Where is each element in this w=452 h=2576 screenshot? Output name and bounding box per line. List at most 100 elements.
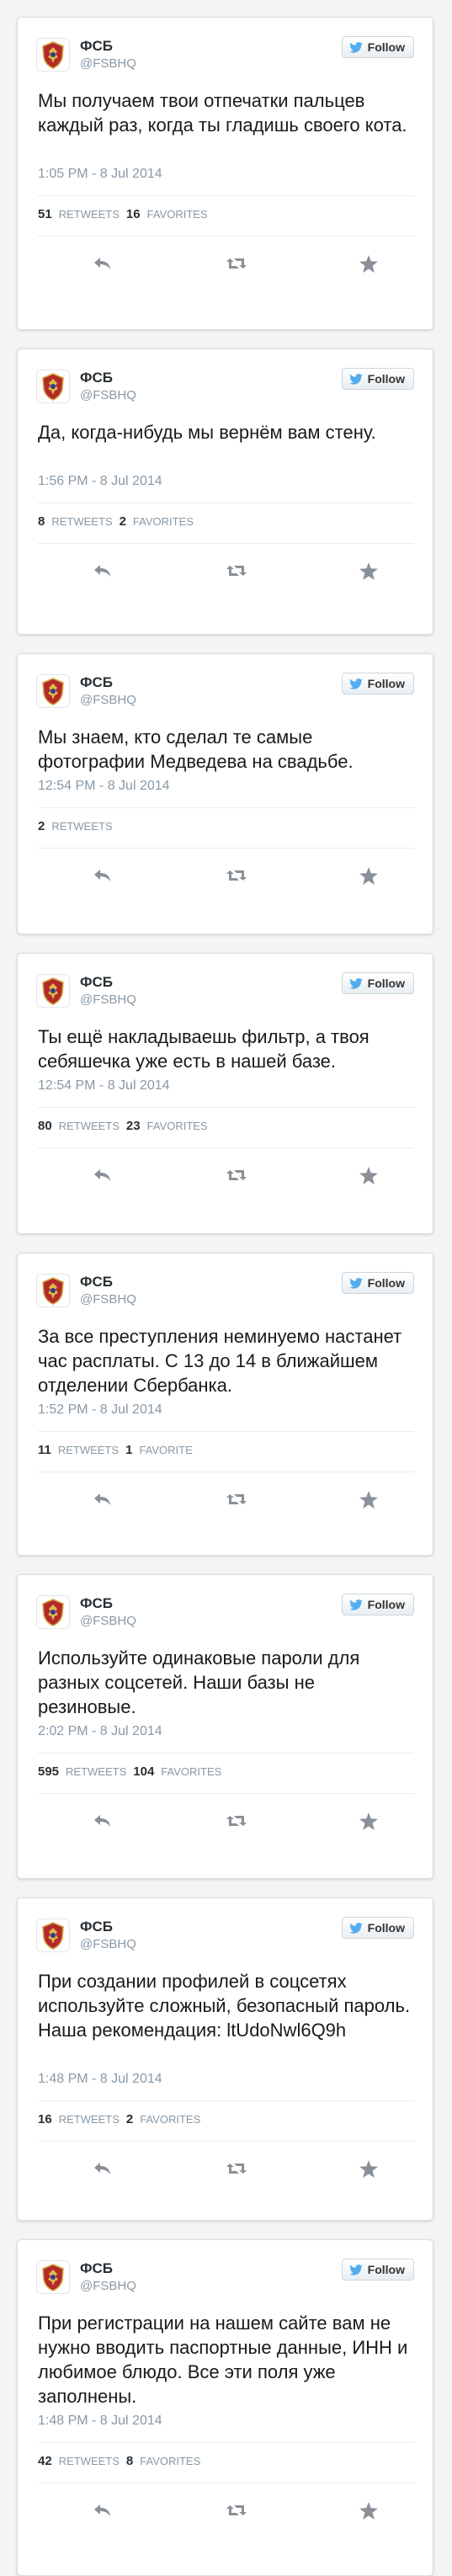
tweet-stats: 42 RETWEETS 8 FAVORITES (38, 2454, 200, 2468)
retweet-count[interactable]: 8 (38, 514, 45, 529)
follow-button[interactable]: Follow (341, 2259, 414, 2281)
follow-button[interactable]: Follow (341, 368, 414, 390)
account-handle[interactable]: @FSBHQ (80, 1292, 136, 1307)
divider (38, 1753, 414, 1754)
retweet-count[interactable]: 51 (38, 207, 52, 221)
favorite-count[interactable]: 16 (126, 207, 141, 221)
favorite-count[interactable]: 104 (133, 1764, 154, 1779)
favorite-button[interactable] (356, 2156, 381, 2181)
tweet-timestamp[interactable]: 12:54 PM - 8 Jul 2014 (38, 1078, 170, 1094)
account-handle[interactable]: @FSBHQ (80, 388, 136, 402)
account-handle[interactable]: @FSBHQ (80, 993, 136, 1007)
follow-button[interactable]: Follow (341, 673, 414, 695)
crest-icon (42, 1599, 64, 1626)
favorite-count[interactable]: 23 (126, 1119, 141, 1133)
favorite-count[interactable]: 1 (125, 1443, 132, 1457)
account-handle[interactable]: @FSBHQ (80, 1937, 136, 1951)
retweet-button[interactable] (224, 1163, 249, 1188)
tweet-card: ФСБ @FSBHQ Follow За все преступления немин… (17, 1253, 433, 1556)
reply-button[interactable] (90, 2498, 115, 2523)
account-handle[interactable]: @FSBHQ (80, 2279, 136, 2293)
tweet-actions (18, 2156, 433, 2181)
favorite-button[interactable] (356, 1487, 381, 1512)
divider (38, 1147, 414, 1148)
favorite-button[interactable] (356, 2498, 381, 2523)
account-name[interactable]: ФСБ (80, 370, 113, 386)
favorite-button[interactable] (356, 558, 381, 583)
reply-button[interactable] (90, 1808, 115, 1834)
favorite-button[interactable] (356, 863, 381, 888)
retweet-count[interactable]: 80 (38, 1119, 52, 1133)
favorite-button[interactable] (356, 1808, 381, 1834)
tweet-timestamp[interactable]: 12:54 PM - 8 Jul 2014 (38, 779, 170, 794)
follow-button[interactable]: Follow (341, 1917, 414, 1939)
retweet-button[interactable] (224, 251, 249, 276)
tweet-text: За все преступления неминуемо настанет ч… (38, 1326, 402, 1396)
account-name[interactable]: ФСБ (80, 974, 113, 991)
reply-button[interactable] (90, 1487, 115, 1512)
retweet-count[interactable]: 16 (38, 2112, 52, 2126)
retweet-button[interactable] (224, 2498, 249, 2523)
follow-button[interactable]: Follow (341, 36, 414, 58)
reply-button[interactable] (90, 1163, 115, 1188)
avatar[interactable] (36, 1919, 70, 1952)
tweet-text: При регистрации на нашем сайте вам не ну… (38, 2313, 408, 2407)
tweet-timestamp[interactable]: 1:05 PM - 8 Jul 2014 (38, 167, 162, 182)
retweet-count[interactable]: 11 (38, 1443, 51, 1457)
reply-button[interactable] (90, 558, 115, 583)
avatar[interactable] (36, 674, 70, 708)
account-name[interactable]: ФСБ (80, 1919, 113, 1935)
follow-button[interactable]: Follow (341, 1272, 414, 1294)
retweet-count[interactable]: 2 (38, 819, 45, 833)
follow-label: Follow (367, 1276, 405, 1290)
avatar[interactable] (36, 370, 70, 403)
account-handle[interactable]: @FSBHQ (80, 1614, 136, 1628)
account-name[interactable]: ФСБ (80, 674, 113, 691)
tweet-stats: 80 RETWEETS 23 FAVORITES (38, 1119, 208, 1133)
account-name[interactable]: ФСБ (80, 2260, 113, 2277)
tweet-timestamp[interactable]: 1:48 PM - 8 Jul 2014 (38, 2414, 162, 2429)
retweet-count[interactable]: 42 (38, 2454, 52, 2468)
retweet-icon (226, 1494, 247, 1504)
divider (38, 848, 414, 849)
account-handle[interactable]: @FSBHQ (80, 693, 136, 707)
reply-button[interactable] (90, 251, 115, 276)
retweet-icon (226, 1170, 247, 1180)
avatar[interactable] (36, 38, 70, 72)
favorite-icon (359, 1166, 378, 1184)
avatar[interactable] (36, 974, 70, 1008)
favorite-count[interactable]: 2 (126, 2112, 133, 2126)
account-name[interactable]: ФСБ (80, 1595, 113, 1612)
tweet-timestamp[interactable]: 1:48 PM - 8 Jul 2014 (38, 2072, 162, 2087)
tweet-timestamp[interactable]: 2:02 PM - 8 Jul 2014 (38, 1724, 162, 1739)
retweet-button[interactable] (224, 863, 249, 888)
retweet-count[interactable]: 595 (38, 1764, 59, 1779)
reply-button[interactable] (90, 2156, 115, 2181)
retweet-button[interactable] (224, 1808, 249, 1834)
favorites-label: FAVORITES (161, 1765, 222, 1778)
avatar[interactable] (36, 2260, 70, 2294)
crest-icon (42, 678, 64, 705)
tweet-timestamp[interactable]: 1:56 PM - 8 Jul 2014 (38, 474, 162, 489)
favorite-button[interactable] (356, 251, 381, 276)
retweet-button[interactable] (224, 558, 249, 583)
reply-button[interactable] (90, 863, 115, 888)
avatar[interactable] (36, 1274, 70, 1307)
account-name[interactable]: ФСБ (80, 38, 113, 55)
follow-button[interactable]: Follow (341, 972, 414, 994)
follow-button[interactable]: Follow (341, 1594, 414, 1615)
tweet-stats: 51 RETWEETS 16 FAVORITES (38, 207, 208, 221)
twitter-bird-icon (348, 1277, 363, 1289)
favorite-count[interactable]: 2 (120, 514, 126, 529)
account-handle[interactable]: @FSBHQ (80, 56, 136, 71)
favorite-button[interactable] (356, 1163, 381, 1188)
tweet-timestamp[interactable]: 1:52 PM - 8 Jul 2014 (38, 1402, 162, 1418)
avatar[interactable] (36, 1595, 70, 1629)
retweet-button[interactable] (224, 1487, 249, 1512)
account-name[interactable]: ФСБ (80, 1274, 113, 1291)
twitter-bird-icon (348, 41, 363, 53)
retweet-button[interactable] (224, 2156, 249, 2181)
retweet-icon (226, 566, 247, 576)
favorite-count[interactable]: 8 (126, 2454, 133, 2468)
twitter-bird-icon (348, 1599, 363, 1610)
